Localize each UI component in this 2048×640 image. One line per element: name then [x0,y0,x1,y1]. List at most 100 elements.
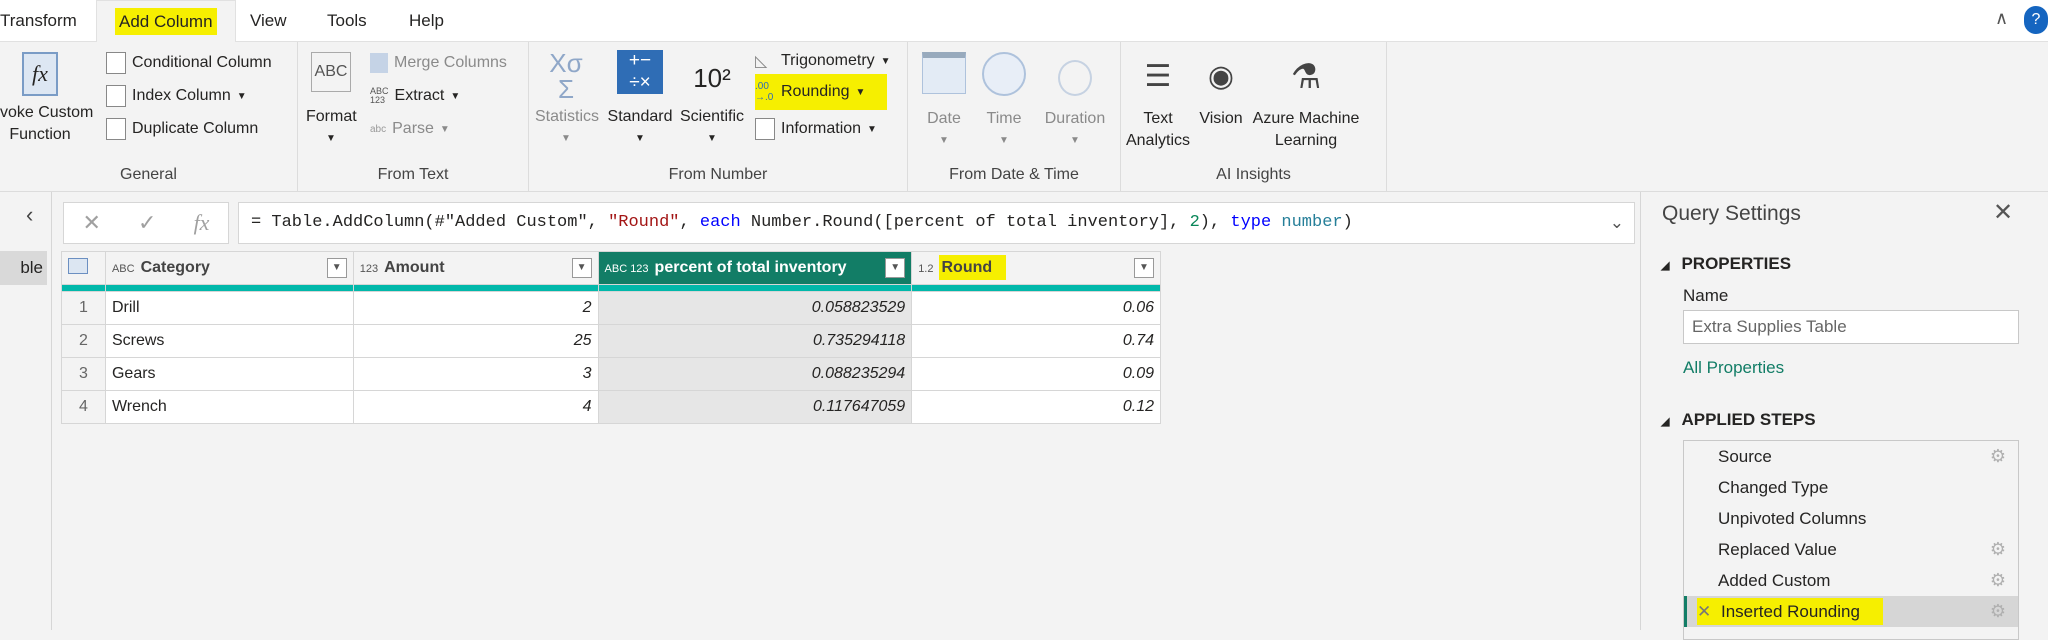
column-quality-bar [61,284,1161,292]
column-header-percent[interactable]: ABC 123 percent of total inventory ▼ [597,251,913,285]
trigonometry-icon: ◺ [755,53,768,70]
standard-button[interactable]: +− ÷× Standard ▼ [605,50,675,150]
standard-icon: +− ÷× [617,50,663,94]
queries-pane-collapsed: ‹ ble [0,192,52,630]
eye-icon: ◉ [1207,60,1235,93]
tab-label: Add Column [115,8,217,35]
trigonometry-button[interactable]: ◺ Trigonometry ▼ [755,48,891,74]
column-header-round[interactable]: 1.2 Round ▼ [911,251,1161,285]
extract-button[interactable]: ABC 123 Extract ▼ [370,83,460,109]
text-analytics-icon: ☰ [1144,60,1172,93]
step-item-selected[interactable]: ✕ Inserted Rounding ⚙ [1684,596,2018,627]
text-analytics-button[interactable]: ☰ Text Analytics [1125,52,1191,152]
duration-button[interactable]: Duration ▼ [1038,52,1112,152]
gear-icon[interactable]: ⚙ [1990,441,2006,472]
table-row: 2 Screws 25 0.735294118 0.74 [61,324,1161,358]
header-row: ABC Category ▼ 123 Amount ▼ ABC 123 percent o… [61,251,1161,285]
fx-icon[interactable]: fx [194,210,210,236]
group-from-date-time: Date ▼ Time ▼ Duration ▼ From Date & Time [908,42,1121,192]
statistics-icon: Xσ Σ [549,48,583,104]
help-icon[interactable]: ? [2024,6,2048,34]
flask-icon: ⚗ [1290,58,1322,96]
ribbon: fx Invoke Custom Function Conditional Co… [0,42,1387,192]
invoke-custom-function-button[interactable]: fx Invoke Custom Function [0,52,100,146]
group-ai-insights: ☰ Text Analytics ◉ Vision ⚗ Azure Machine L… [1121,42,1387,192]
text-type-icon[interactable]: ABC [112,263,135,275]
group-general: fx Invoke Custom Function Conditional Co… [0,42,298,192]
table-row: 3 Gears 3 0.088235294 0.09 [61,357,1161,391]
information-button[interactable]: Information ▼ [755,116,877,142]
merge-columns-icon [370,53,388,73]
time-button[interactable]: Time ▼ [976,52,1032,152]
table-menu-icon[interactable] [61,251,106,285]
step-item[interactable]: Source ⚙ [1684,441,2018,472]
filter-dropdown-icon[interactable]: ▼ [326,258,347,278]
query-item[interactable]: ble [0,251,47,285]
delete-step-icon[interactable]: ✕ [1697,596,1711,627]
step-item[interactable]: Added Custom ⚙ [1684,565,2018,596]
close-icon[interactable]: ✕ [1993,198,2013,227]
rounding-button[interactable]: .00 →.0 Rounding ▼ [755,74,888,110]
duplicate-column-button[interactable]: Duplicate Column [106,116,258,142]
column-header-category[interactable]: ABC Category ▼ [104,251,354,285]
index-column-icon [106,85,126,107]
decimal-type-icon[interactable]: 1.2 [918,263,933,275]
tab-transform[interactable]: Transform [0,0,95,42]
column-header-amount[interactable]: 123 Amount ▼ [352,251,599,285]
group-label: AI Insights [1216,166,1291,183]
filter-dropdown-icon[interactable]: ▼ [571,258,592,278]
index-column-button[interactable]: Index Column ▼ [106,83,247,109]
information-icon [755,118,775,140]
formula-bar[interactable]: = Table.AddColumn(#"Added Custom", "Roun… [238,202,1635,244]
any-type-icon[interactable]: ABC 123 [605,263,649,275]
all-properties-link[interactable]: All Properties [1683,358,1784,378]
step-item[interactable]: Replaced Value ⚙ [1684,534,2018,565]
applied-steps-list: Source ⚙ Changed Type Unpivoted Columns R… [1683,440,2019,640]
expand-formula-icon[interactable]: ⌄ [1610,203,1624,243]
table-row: 1 Drill 2 0.058823529 0.06 [61,291,1161,325]
filter-dropdown-icon[interactable]: ▼ [885,258,906,278]
scientific-icon: 10² [693,63,731,93]
format-button[interactable]: ABC Format ▼ [306,52,357,150]
parse-button[interactable]: abc Parse ▼ [370,116,450,142]
collapse-ribbon-icon[interactable]: ∧ [1995,8,2008,29]
commit-icon[interactable]: ✓ [138,210,156,236]
pane-title: Query Settings [1662,202,1801,225]
calendar-icon [922,52,966,94]
vision-button[interactable]: ◉ Vision [1193,52,1249,130]
query-settings-pane: Query Settings ✕ ◢PROPERTIES Name All Pr… [1640,192,2048,640]
group-from-number: Xσ Σ Statistics ▼ +− ÷× Standard ▼ 10² Scientif… [529,42,908,192]
conditional-column-icon [106,52,126,74]
properties-section[interactable]: ◢ PROPERTIES [1661,254,1791,274]
integer-type-icon[interactable]: 123 [360,263,378,275]
name-label: Name [1683,286,1729,305]
azure-ml-button[interactable]: ⚗ Azure Machine Learning [1251,52,1361,152]
statistics-button[interactable]: Xσ Σ Statistics ▼ [535,48,599,150]
conditional-column-button[interactable]: Conditional Column [106,50,272,76]
stopwatch-icon [1058,60,1092,96]
tab-view[interactable]: View [232,0,305,42]
gear-icon[interactable]: ⚙ [1990,596,2006,627]
expand-queries-icon[interactable]: ‹ [26,202,33,228]
merge-columns-button[interactable]: Merge Columns [370,50,507,76]
tab-tools[interactable]: Tools [309,0,385,42]
tab-add-column[interactable]: Add Column [96,0,236,43]
query-name-input[interactable] [1683,310,2019,344]
duplicate-column-icon [106,118,126,140]
data-grid: ABC Category ▼ 123 Amount ▼ ABC 123 percent o… [61,251,1161,424]
tab-help[interactable]: Help [391,0,462,42]
applied-steps-section[interactable]: ◢ APPLIED STEPS [1661,410,1816,430]
cancel-icon[interactable]: ✕ [83,210,101,236]
gear-icon[interactable]: ⚙ [1990,534,2006,565]
format-icon: ABC [311,52,351,92]
step-item[interactable]: Changed Type [1684,472,2018,503]
parse-icon: abc [370,123,387,135]
scientific-button[interactable]: 10² Scientific ▼ [679,50,745,150]
date-button[interactable]: Date ▼ [916,52,972,152]
step-item[interactable]: Unpivoted Columns [1684,503,2018,534]
filter-dropdown-icon[interactable]: ▼ [1134,258,1154,278]
group-from-text: ABC Format ▼ Merge Columns ABC 123 Extract ▼… [298,42,529,192]
table-row: 4 Wrench 4 0.117647059 0.12 [61,390,1161,424]
gear-icon[interactable]: ⚙ [1990,565,2006,596]
extract-icon: ABC 123 [370,86,389,105]
